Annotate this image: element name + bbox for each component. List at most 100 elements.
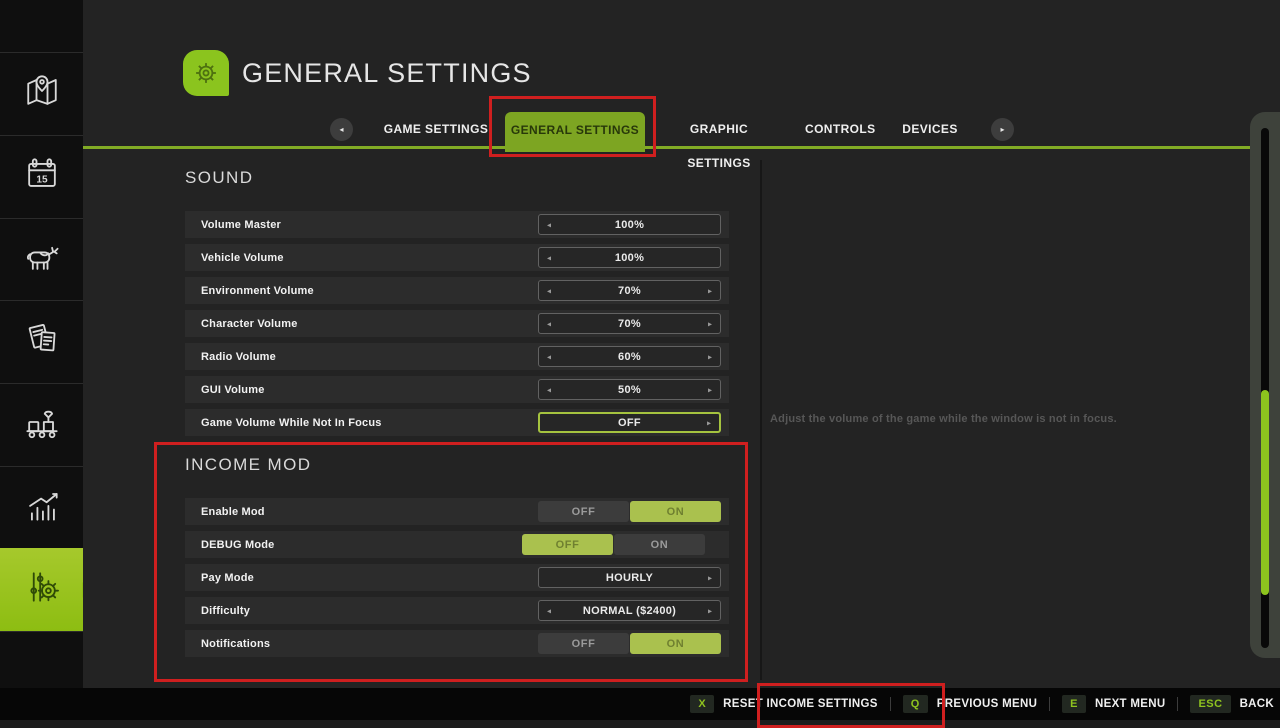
toggle-on-button[interactable]: ON bbox=[630, 633, 721, 654]
environment-volume-stepper[interactable]: ◂ 70% ▸ bbox=[538, 280, 721, 301]
settings-row-environment-volume: Environment Volume ◂ 70% ▸ bbox=[185, 277, 729, 304]
stepper-value: HOURLY bbox=[606, 572, 653, 584]
sidebar-item-contracts[interactable] bbox=[0, 300, 83, 383]
settings-row-difficulty: Difficulty ◂ NORMAL ($2400) ▸ bbox=[185, 597, 729, 624]
increase-icon[interactable]: ▸ bbox=[708, 573, 712, 582]
stepper-value: 70% bbox=[618, 318, 641, 330]
increase-icon[interactable]: ▸ bbox=[708, 319, 712, 328]
notifications-toggle: OFF ON bbox=[538, 633, 721, 654]
toggle-off-button[interactable]: OFF bbox=[522, 534, 613, 555]
volume-master-stepper[interactable]: ◂ 100% bbox=[538, 214, 721, 235]
row-label: Enable Mod bbox=[201, 506, 265, 518]
settings-row-enable-mod: Enable Mod OFF ON bbox=[185, 498, 729, 525]
radio-volume-stepper[interactable]: ◂ 60% ▸ bbox=[538, 346, 721, 367]
decrease-icon[interactable]: ◂ bbox=[547, 286, 551, 295]
income-mod-rows: Enable Mod OFF ON DEBUG Mode OFF ON Pay … bbox=[185, 498, 729, 663]
scrollbar bbox=[1250, 112, 1280, 658]
decrease-icon[interactable]: ◂ bbox=[547, 319, 551, 328]
footer-separator bbox=[890, 697, 891, 711]
increase-icon[interactable]: ▸ bbox=[708, 286, 712, 295]
increase-icon[interactable]: ▸ bbox=[708, 352, 712, 361]
gui-volume-stepper[interactable]: ◂ 50% ▸ bbox=[538, 379, 721, 400]
toggle-on-button[interactable]: ON bbox=[614, 534, 705, 555]
tabs-next-button[interactable]: ▸ bbox=[991, 118, 1014, 141]
increase-icon[interactable]: ▸ bbox=[708, 385, 712, 394]
settings-row-character-volume: Character Volume ◂ 70% ▸ bbox=[185, 310, 729, 337]
row-label: Game Volume While Not In Focus bbox=[201, 417, 382, 429]
key-badge-x: X bbox=[690, 695, 714, 713]
debug-mode-toggle: OFF ON bbox=[522, 534, 705, 555]
toggle-on-button[interactable]: ON bbox=[630, 501, 721, 522]
tab-controls[interactable]: CONTROLS bbox=[805, 112, 875, 146]
row-label: GUI Volume bbox=[201, 384, 265, 396]
section-title-income-mod: INCOME MOD bbox=[185, 455, 311, 475]
row-label: Notifications bbox=[201, 638, 270, 650]
row-label: Pay Mode bbox=[201, 572, 254, 584]
content-divider bbox=[760, 160, 762, 680]
row-label: Radio Volume bbox=[201, 351, 276, 363]
back-button[interactable]: BACK bbox=[1240, 698, 1274, 710]
production-icon bbox=[20, 400, 64, 449]
settings-row-debug-mode: DEBUG Mode OFF ON bbox=[185, 531, 729, 558]
key-badge-q: Q bbox=[903, 695, 928, 713]
key-badge-e: E bbox=[1062, 695, 1086, 713]
increase-icon[interactable]: ▸ bbox=[707, 418, 711, 427]
settings-row-volume-master: Volume Master ◂ 100% bbox=[185, 211, 729, 238]
toggle-off-button[interactable]: OFF bbox=[538, 633, 629, 654]
tab-graphic-settings[interactable]: GRAPHIC SETTINGS bbox=[662, 112, 776, 146]
sidebar: 15 bbox=[0, 0, 83, 688]
decrease-icon[interactable]: ◂ bbox=[547, 220, 551, 229]
footer-bar: X RESET INCOME SETTINGS Q PREVIOUS MENU … bbox=[0, 688, 1280, 720]
sidebar-item-animals[interactable] bbox=[0, 218, 83, 301]
tabs-prev-button[interactable]: ◂ bbox=[330, 118, 353, 141]
stepper-value: 100% bbox=[615, 252, 644, 264]
sound-rows: Volume Master ◂ 100% Vehicle Volume ◂ 10… bbox=[185, 211, 729, 442]
footer-separator bbox=[1049, 697, 1050, 711]
vehicle-volume-stepper[interactable]: ◂ 100% bbox=[538, 247, 721, 268]
footer-separator bbox=[1177, 697, 1178, 711]
sidebar-item-calendar[interactable]: 15 bbox=[0, 135, 83, 218]
row-label: Volume Master bbox=[201, 219, 281, 231]
calendar-icon: 15 bbox=[20, 152, 64, 201]
difficulty-stepper[interactable]: ◂ NORMAL ($2400) ▸ bbox=[538, 600, 721, 621]
decrease-icon[interactable]: ◂ bbox=[547, 253, 551, 262]
main-panel: GENERAL SETTINGS ◂ GAME SETTINGS GENERAL… bbox=[83, 0, 1280, 688]
tab-general-settings[interactable]: GENERAL SETTINGS bbox=[505, 112, 645, 152]
previous-menu-button[interactable]: PREVIOUS MENU bbox=[937, 698, 1037, 710]
decrease-icon[interactable]: ◂ bbox=[547, 385, 551, 394]
screen: 15 bbox=[0, 0, 1280, 720]
row-label: Character Volume bbox=[201, 318, 298, 330]
decrease-icon[interactable]: ◂ bbox=[547, 606, 551, 615]
character-volume-stepper[interactable]: ◂ 70% ▸ bbox=[538, 313, 721, 334]
settings-row-gui-volume: GUI Volume ◂ 50% ▸ bbox=[185, 376, 729, 403]
stepper-value: OFF bbox=[618, 417, 641, 429]
chevron-right-icon: ▸ bbox=[1000, 125, 1004, 134]
reset-income-settings-button[interactable]: RESET INCOME SETTINGS bbox=[723, 698, 878, 710]
settings-row-pay-mode: Pay Mode HOURLY ▸ bbox=[185, 564, 729, 591]
chevron-left-icon: ◂ bbox=[339, 125, 343, 134]
tab-game-settings[interactable]: GAME SETTINGS bbox=[383, 112, 489, 146]
pay-mode-stepper[interactable]: HOURLY ▸ bbox=[538, 567, 721, 588]
statistics-icon bbox=[20, 483, 64, 532]
game-volume-not-in-focus-stepper[interactable]: OFF ▸ bbox=[538, 412, 721, 433]
settings-row-notifications: Notifications OFF ON bbox=[185, 630, 729, 657]
decrease-icon[interactable]: ◂ bbox=[547, 352, 551, 361]
next-menu-button[interactable]: NEXT MENU bbox=[1095, 698, 1165, 710]
row-label: Difficulty bbox=[201, 605, 250, 617]
row-label: DEBUG Mode bbox=[201, 539, 275, 551]
scrollbar-thumb[interactable] bbox=[1261, 390, 1269, 595]
stepper-value: 50% bbox=[618, 384, 641, 396]
sidebar-item-statistics[interactable] bbox=[0, 466, 83, 549]
increase-icon[interactable]: ▸ bbox=[708, 606, 712, 615]
toggle-off-button[interactable]: OFF bbox=[538, 501, 629, 522]
scrollbar-track[interactable] bbox=[1261, 128, 1269, 648]
cow-icon bbox=[20, 235, 64, 284]
sidebar-item-mod-settings[interactable] bbox=[0, 548, 83, 631]
svg-text:15: 15 bbox=[36, 174, 48, 185]
page-title: GENERAL SETTINGS bbox=[242, 58, 532, 89]
row-label: Environment Volume bbox=[201, 285, 314, 297]
tab-devices[interactable]: DEVICES bbox=[901, 112, 959, 146]
sidebar-item-production[interactable] bbox=[0, 383, 83, 466]
sidebar-item-map[interactable] bbox=[0, 52, 83, 135]
key-badge-esc: ESC bbox=[1190, 695, 1230, 713]
